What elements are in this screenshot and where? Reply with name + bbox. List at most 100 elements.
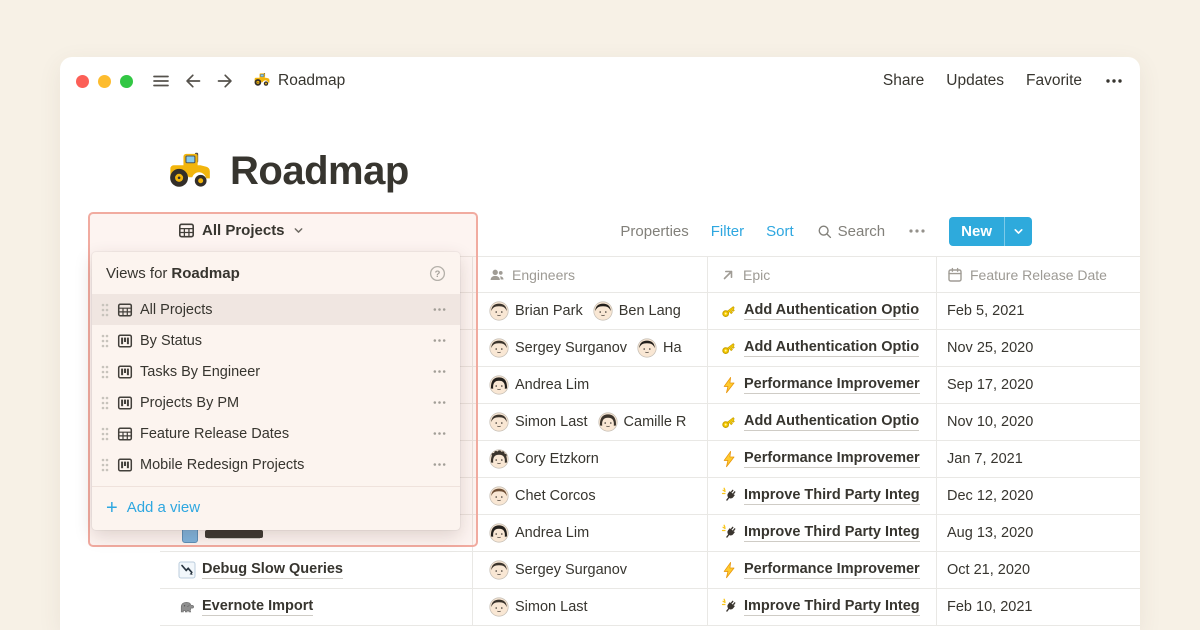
more-options-icon[interactable] (1104, 71, 1124, 91)
hamburger-menu-icon[interactable] (151, 71, 171, 91)
epic-page-link[interactable]: Add Authentication Optio (720, 339, 919, 357)
search-button[interactable]: Search (816, 223, 886, 240)
new-button-label[interactable]: New (949, 217, 1004, 246)
view-item-more-icon[interactable] (431, 394, 448, 411)
views-panel-item-feature-release-dates[interactable]: Feature Release Dates (92, 418, 460, 449)
epic-page-link[interactable]: Improve Third Party Integ (720, 598, 920, 616)
favorite-button[interactable]: Favorite (1026, 72, 1082, 90)
epic-cell[interactable]: Performance Improvemer (707, 552, 936, 588)
engineer-chip[interactable]: Andrea Lim (489, 523, 589, 543)
view-item-more-icon[interactable] (431, 425, 448, 442)
epic-cell[interactable]: Add Authentication Optio (707, 293, 936, 329)
project-page-link[interactable]: Debug Slow Queries (178, 561, 343, 579)
engineer-chip[interactable]: Simon Last (489, 412, 588, 432)
engineer-chip[interactable]: Sergey Surganov (489, 338, 627, 358)
engineers-cell[interactable]: Brian Park Ben Lang (472, 293, 707, 329)
epic-cell[interactable]: Performance Improvemer (707, 367, 936, 403)
release-date-cell[interactable]: Feb 10, 2021 (936, 589, 1140, 625)
epic-cell[interactable]: Performance Improvemer (707, 441, 936, 477)
epic-page-link[interactable]: Performance Improvemer (720, 376, 920, 394)
release-date-cell[interactable]: Nov 10, 2020 (936, 404, 1140, 440)
avatar (489, 301, 509, 321)
release-date-cell[interactable]: Aug 13, 2020 (936, 515, 1140, 551)
engineer-chip[interactable]: Ben Lang (593, 301, 681, 321)
epic-cell[interactable]: Improve Third Party Integ (707, 478, 936, 514)
project-cell[interactable]: Debug Slow Queries (160, 552, 472, 588)
epic-cell[interactable]: Improve Third Party Integ (707, 589, 936, 625)
column-header-engineers[interactable]: Engineers (472, 257, 707, 292)
engineer-chip[interactable]: Ha (637, 338, 682, 358)
epic-page-link[interactable]: Performance Improvemer (720, 450, 920, 468)
close-window-icon[interactable] (76, 75, 89, 88)
view-item-more-icon[interactable] (431, 363, 448, 380)
drag-handle-icon[interactable] (100, 333, 110, 348)
engineer-chip[interactable]: Camille R (598, 412, 687, 432)
epic-cell[interactable]: Add Authentication Optio (707, 330, 936, 366)
epic-page-link[interactable]: Add Authentication Optio (720, 302, 919, 320)
drag-handle-icon[interactable] (100, 395, 110, 410)
epic-cell[interactable]: Improve Third Party Integ (707, 515, 936, 551)
minimize-window-icon[interactable] (98, 75, 111, 88)
engineer-chip[interactable]: Brian Park (489, 301, 583, 321)
breadcrumb[interactable]: Roadmap (253, 72, 345, 90)
engineer-chip[interactable]: Andrea Lim (489, 375, 589, 395)
zoom-window-icon[interactable] (120, 75, 133, 88)
epic-cell[interactable]: Add Authentication Optio (707, 404, 936, 440)
new-button[interactable]: New (949, 217, 1032, 246)
properties-button[interactable]: Properties (620, 223, 688, 240)
epic-page-link[interactable]: Add Authentication Optio (720, 413, 919, 431)
epic-page-link[interactable]: Improve Third Party Integ (720, 524, 920, 542)
new-dropdown-button[interactable] (1005, 217, 1032, 246)
view-item-more-icon[interactable] (431, 332, 448, 349)
share-button[interactable]: Share (883, 72, 924, 90)
drag-handle-icon[interactable] (100, 302, 110, 317)
drag-handle-icon[interactable] (100, 426, 110, 441)
engineers-cell[interactable]: Sergey Surganov (472, 552, 707, 588)
epic-page-link[interactable]: Improve Third Party Integ (720, 487, 920, 505)
release-date-cell[interactable]: Jan 7, 2021 (936, 441, 1140, 477)
epic-page-link[interactable]: Performance Improvemer (720, 561, 920, 579)
engineer-chip[interactable]: Sergey Surganov (489, 560, 627, 580)
engineer-name: Sergey Surganov (515, 562, 627, 578)
drag-handle-icon[interactable] (100, 457, 110, 472)
drag-handle-icon[interactable] (100, 364, 110, 379)
engineers-cell[interactable]: Sergey Surganov Ha (472, 330, 707, 366)
engineers-cell[interactable]: Andrea Lim (472, 367, 707, 403)
back-arrow-icon[interactable] (183, 71, 203, 91)
engineers-cell[interactable]: Cory Etzkorn (472, 441, 707, 477)
engineer-name: Camille R (624, 414, 687, 430)
column-header-epic[interactable]: Epic (707, 257, 936, 292)
column-header-feature-release-date[interactable]: Feature Release Date (936, 257, 1140, 292)
plus-icon: + (106, 498, 118, 518)
help-icon[interactable]: ? (429, 265, 446, 282)
engineer-chip[interactable]: Chet Corcos (489, 486, 596, 506)
engineer-chip[interactable]: Simon Last (489, 597, 588, 617)
engineers-cell[interactable]: Simon Last (472, 589, 707, 625)
filter-button[interactable]: Filter (711, 223, 744, 240)
views-panel-title-prefix: Views for (106, 265, 167, 282)
views-panel-item-mobile-redesign-projects[interactable]: Mobile Redesign Projects (92, 449, 460, 480)
release-date-cell[interactable]: Feb 5, 2021 (936, 293, 1140, 329)
engineers-cell[interactable]: Simon Last Camille R (472, 404, 707, 440)
views-panel-item-by-status[interactable]: By Status (92, 325, 460, 356)
sort-button[interactable]: Sort (766, 223, 794, 240)
forward-arrow-icon[interactable] (215, 71, 235, 91)
release-date-cell[interactable]: Dec 12, 2020 (936, 478, 1140, 514)
release-date-cell[interactable]: Nov 25, 2020 (936, 330, 1140, 366)
updates-button[interactable]: Updates (946, 72, 1004, 90)
engineers-cell[interactable]: Chet Corcos (472, 478, 707, 514)
release-date-cell[interactable]: Sep 17, 2020 (936, 367, 1140, 403)
engineer-chip[interactable]: Cory Etzkorn (489, 449, 599, 469)
view-item-more-icon[interactable] (431, 456, 448, 473)
toolbar-more-icon[interactable] (907, 221, 927, 241)
project-page-link[interactable]: Evernote Import (178, 598, 313, 616)
engineers-cell[interactable]: Andrea Lim (472, 515, 707, 551)
views-panel-item-all-projects[interactable]: All Projects (92, 294, 460, 325)
active-view-tab[interactable]: All Projects (178, 217, 304, 243)
project-cell[interactable]: Evernote Import (160, 589, 472, 625)
release-date-cell[interactable]: Oct 21, 2020 (936, 552, 1140, 588)
view-item-more-icon[interactable] (431, 301, 448, 318)
add-view-button[interactable]: + Add a view (92, 486, 460, 528)
views-panel-item-projects-by-pm[interactable]: Projects By PM (92, 387, 460, 418)
views-panel-item-tasks-by-engineer[interactable]: Tasks By Engineer (92, 356, 460, 387)
